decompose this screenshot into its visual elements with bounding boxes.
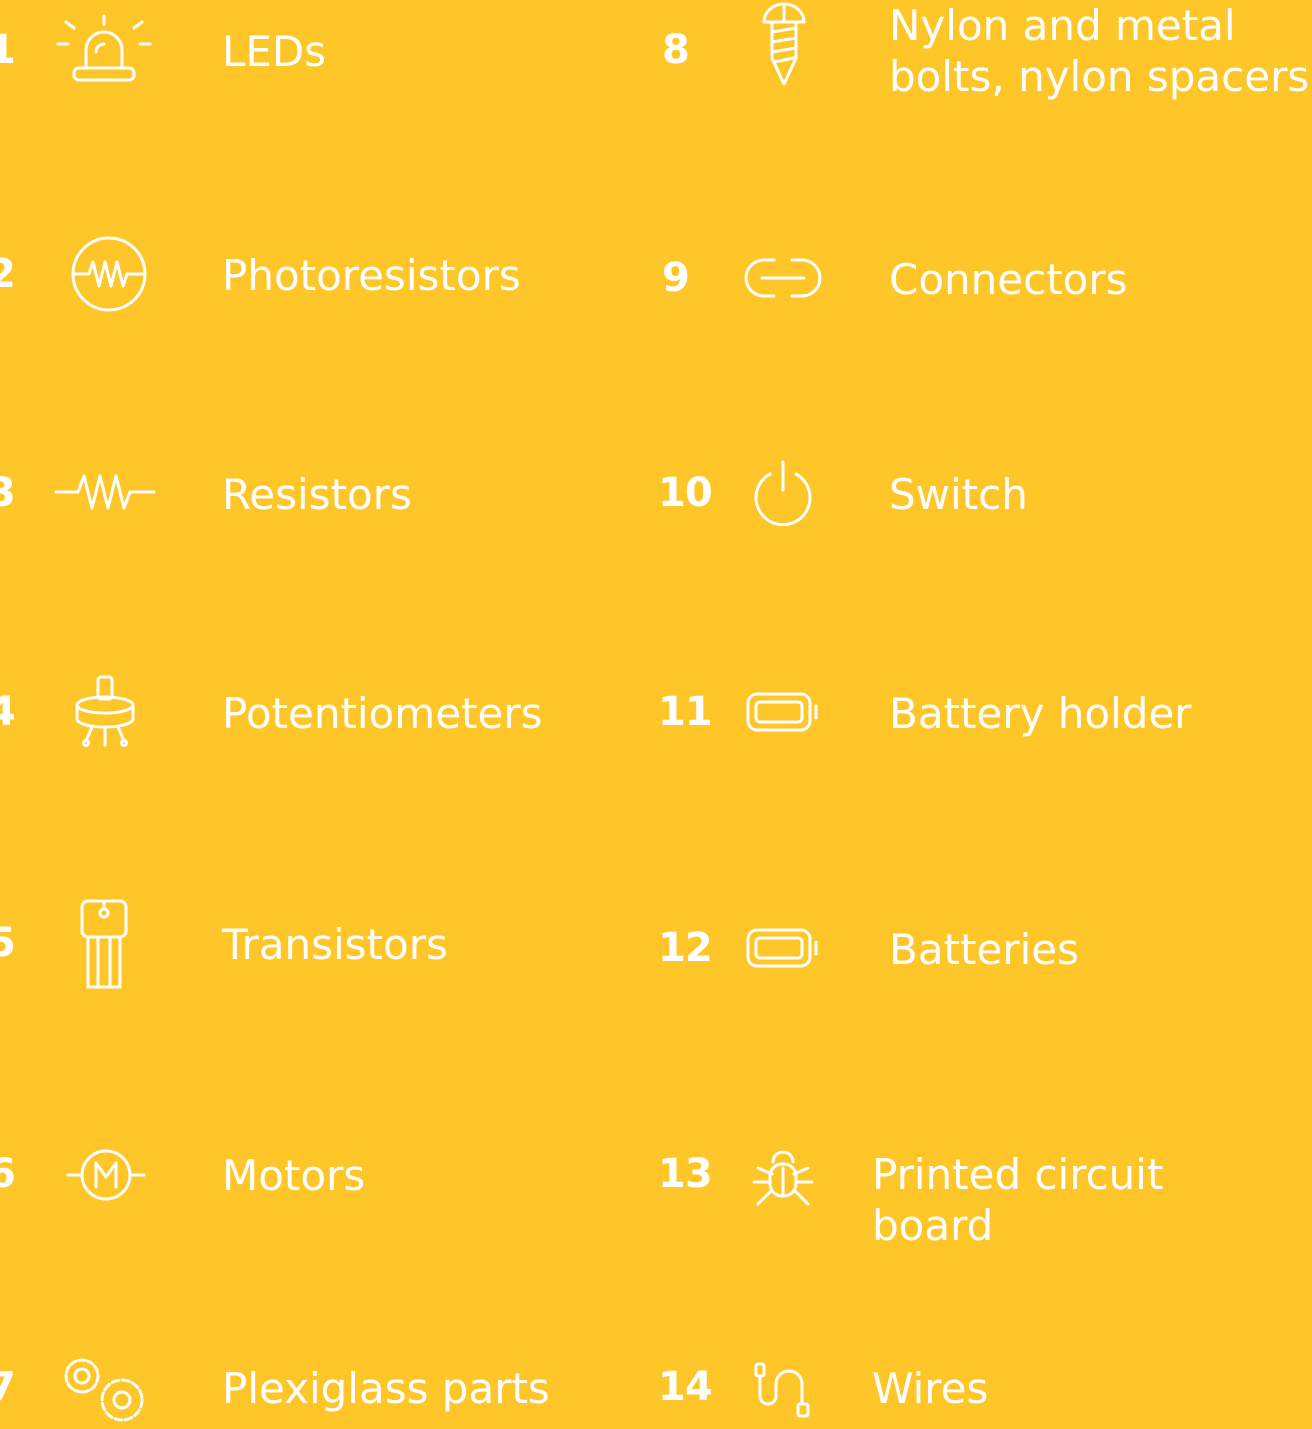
item-number: 14 <box>658 1364 713 1410</box>
item-label-line1: Nylon and metal <box>889 1 1236 50</box>
photoresistor-icon <box>71 236 147 312</box>
item-label: Switch <box>889 470 1028 519</box>
gears-icon <box>58 1354 152 1426</box>
item-number: 4 <box>0 689 16 735</box>
item-number: 11 <box>658 689 713 735</box>
item-number: 1 <box>0 27 16 73</box>
power-switch-icon <box>752 460 814 528</box>
item-number: 2 <box>0 251 16 297</box>
connector-icon <box>742 256 824 300</box>
item-number: 10 <box>658 470 713 516</box>
bolt-icon <box>760 2 808 86</box>
item-label-line2: bolts, nylon spacers <box>889 52 1310 101</box>
led-icon <box>56 14 152 84</box>
item-label: Transistors <box>222 920 448 969</box>
item-label: Resistors <box>222 470 412 519</box>
item-label: Potentiometers <box>222 689 543 738</box>
motor-icon <box>66 1145 146 1205</box>
item-label-line2: board <box>872 1201 994 1250</box>
item-label: Photoresistors <box>222 251 521 300</box>
item-label-line1: Printed circuit <box>872 1150 1164 1199</box>
item-number: 12 <box>658 925 713 971</box>
wire-icon <box>752 1362 814 1418</box>
item-number: 6 <box>0 1151 16 1197</box>
transistor-icon <box>80 899 128 991</box>
battery-icon <box>746 926 820 970</box>
item-label: Battery holder <box>889 689 1192 738</box>
item-label: Wires <box>872 1364 989 1413</box>
item-number: 7 <box>0 1364 16 1410</box>
item-number: 3 <box>0 470 16 516</box>
item-number: 9 <box>662 255 690 301</box>
item-label: Plexiglass parts <box>222 1364 550 1413</box>
battery-holder-icon <box>746 690 820 734</box>
item-label: Connectors <box>889 255 1128 304</box>
item-number: 8 <box>662 27 690 73</box>
item-number: 5 <box>0 920 16 966</box>
resistor-icon <box>54 472 156 512</box>
item-label: LEDs <box>222 27 327 76</box>
item-label: Motors <box>222 1151 366 1200</box>
item-label: Batteries <box>889 925 1079 974</box>
item-number: 13 <box>658 1151 713 1197</box>
circuit-board-icon <box>752 1144 814 1208</box>
potentiometer-icon <box>74 675 136 749</box>
